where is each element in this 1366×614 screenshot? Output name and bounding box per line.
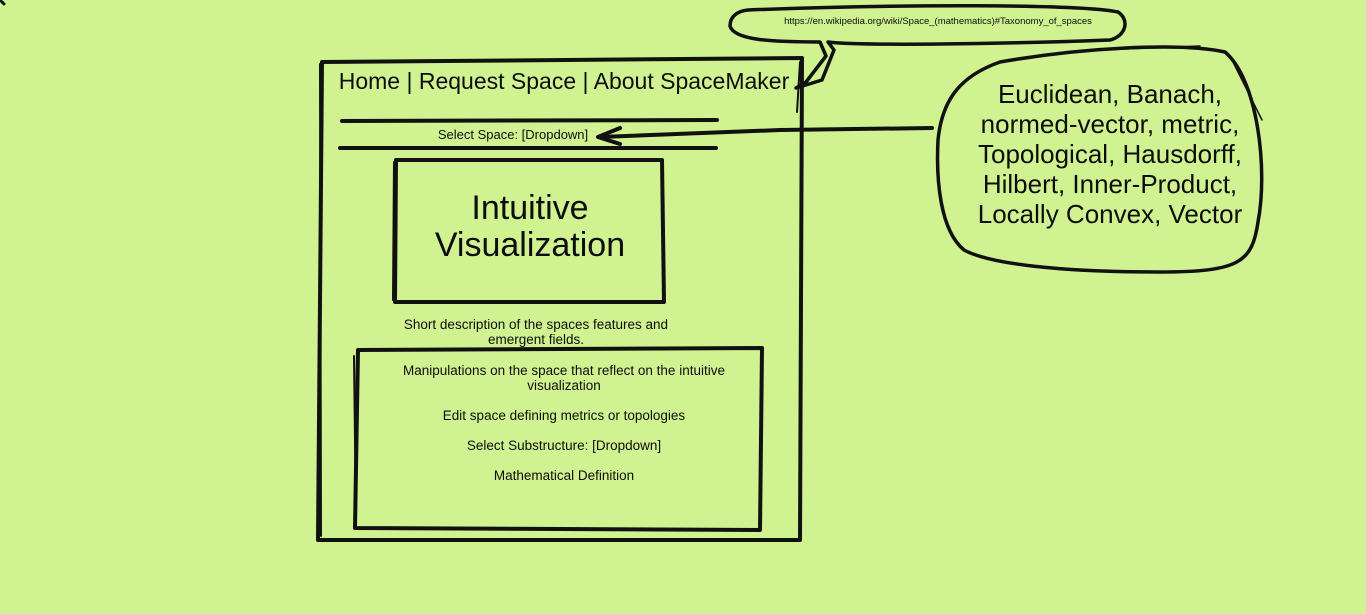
corner-mark [0,0,6,6]
space-description: Short description of the spaces features… [403,317,669,348]
manipulations-heading: Manipulations on the space that reflect … [403,363,725,393]
select-space-dropdown: Select Space: [Dropdown] [437,127,589,142]
callout-url: https://en.wikipedia.org/wiki/Space_(mat… [784,16,1092,27]
visualization-label: Intuitive Visualization [434,189,626,265]
callout-space-types: Euclidean, Banach, normed-vector, metric… [977,79,1243,229]
nav-links: Home | Request Space | About SpaceMaker [338,68,790,94]
mathematical-definition-label: Mathematical Definition [493,468,635,483]
select-top-line [340,118,719,123]
select-substructure-dropdown: Select Substructure: [Dropdown] [466,438,662,453]
edit-metrics-label: Edit space defining metrics or topologie… [442,408,686,423]
